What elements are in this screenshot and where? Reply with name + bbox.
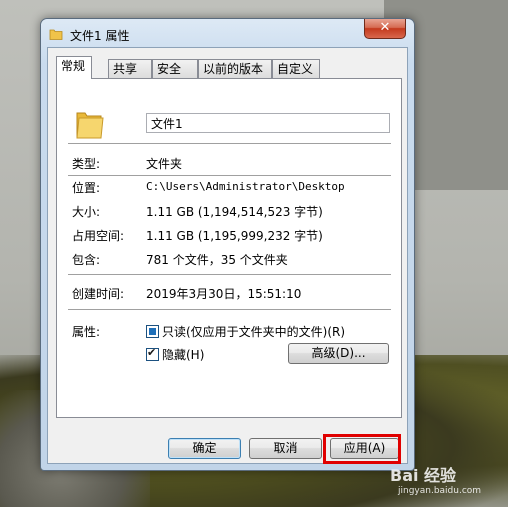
size-value: 1.11 GB (1,194,514,523 字节) <box>146 205 323 219</box>
contains-label: 包含: <box>72 253 101 267</box>
tab-customize[interactable]: 自定义 <box>272 59 320 78</box>
disk-size-value: 1.11 GB (1,195,999,232 字节) <box>146 229 323 243</box>
location-label: 位置: <box>72 181 101 195</box>
size-label: 大小: <box>72 205 101 219</box>
watermark: Bai 经验 <box>390 466 457 485</box>
large-folder-icon <box>76 112 104 139</box>
general-tab-page: 类型: 文件夹 位置: C:\Users\Administrator\Deskt… <box>56 78 402 418</box>
separator <box>68 143 391 145</box>
tab-general[interactable]: 常规 <box>56 56 92 79</box>
type-value: 文件夹 <box>146 157 183 171</box>
tab-previous-versions[interactable]: 以前的版本 <box>198 59 272 78</box>
window-title: 文件1 属性 <box>70 29 130 43</box>
tab-security[interactable]: 安全 <box>152 59 198 78</box>
folder-name-input[interactable] <box>146 113 390 133</box>
hidden-label[interactable]: 隐藏(H) <box>162 346 204 363</box>
location-value: C:\Users\Administrator\Desktop <box>146 180 345 193</box>
advanced-button[interactable]: 高级(D)... <box>288 343 389 364</box>
folder-icon <box>49 29 63 40</box>
readonly-checkbox[interactable] <box>146 325 159 338</box>
cancel-button[interactable]: 取消 <box>249 438 322 459</box>
tab-sharing[interactable]: 共享 <box>108 59 152 78</box>
close-button[interactable]: ✕ <box>364 19 406 39</box>
contains-value: 781 个文件，35 个文件夹 <box>146 253 288 267</box>
check-icon: ✔ <box>147 346 157 359</box>
separator <box>68 175 391 177</box>
separator <box>68 274 391 276</box>
hidden-checkbox[interactable]: ✔ <box>146 346 159 361</box>
watermark-url: jingyan.baidu.com <box>398 486 482 496</box>
readonly-label[interactable]: 只读(仅应用于文件夹中的文件)(R) <box>162 323 345 340</box>
apply-highlight-box <box>323 434 401 464</box>
dialog-client: 常规 共享 安全 以前的版本 自定义 类型: 文件夹 位置: C:\Users\… <box>47 47 408 464</box>
ok-button[interactable]: 确定 <box>168 438 241 459</box>
properties-dialog: 文件1 属性 ✕ 常规 共享 安全 以前的版本 自定义 类型: 文件夹 位置: … <box>40 18 415 471</box>
disk-size-label: 占用空间: <box>72 229 125 243</box>
created-value: 2019年3月30日，15:51:10 <box>146 287 302 301</box>
created-label: 创建时间: <box>72 287 125 301</box>
type-label: 类型: <box>72 157 101 171</box>
separator <box>68 309 391 311</box>
attributes-label: 属性: <box>72 325 101 339</box>
